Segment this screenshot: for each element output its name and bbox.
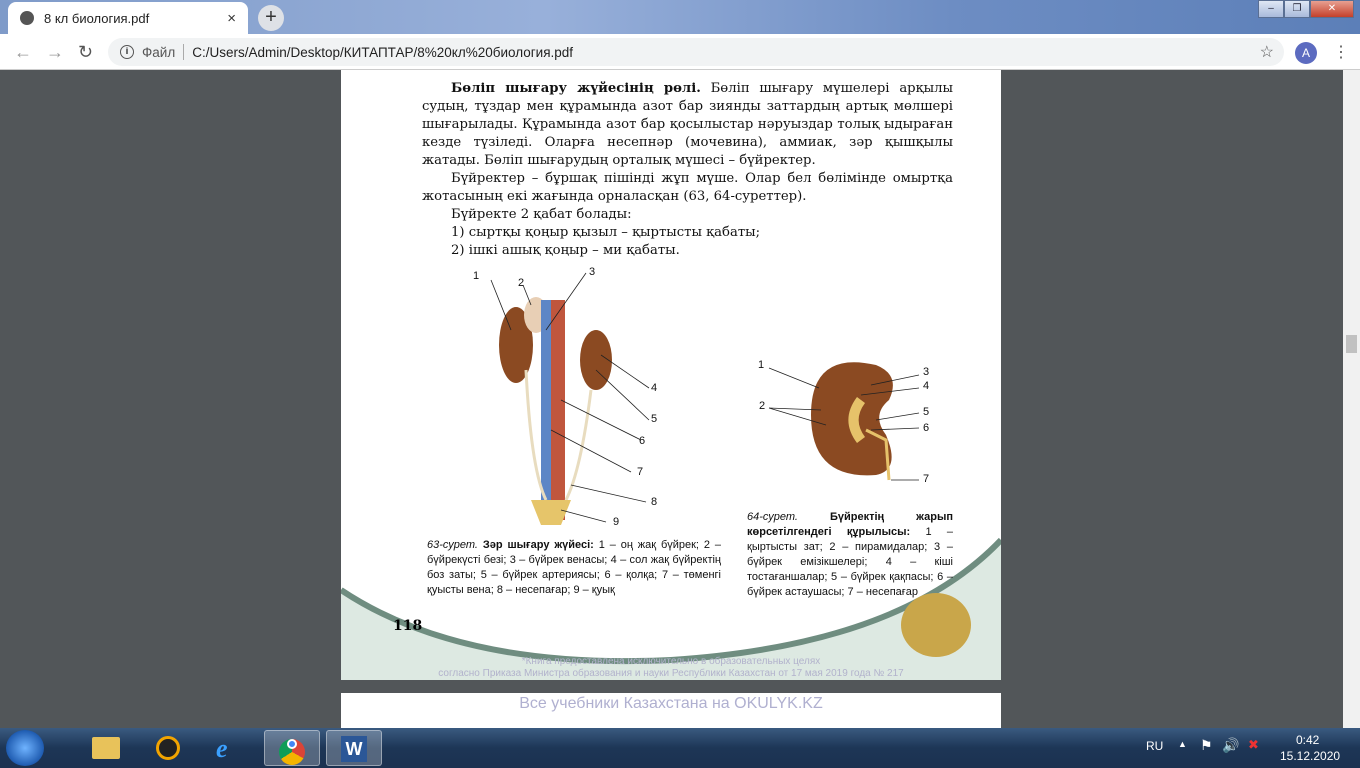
list-item: 1) сыртқы қоңыр қызыл – қыртысты қабаты; [451,225,761,240]
tab-pdf[interactable]: 8 кл биология.pdf × [8,2,248,34]
info-icon[interactable]: i [120,45,134,59]
bladder-decoration [901,593,971,657]
network-disconnected-icon[interactable]: ✖ [1248,737,1259,753]
watermark: *Книга предоставлена исключительно в обр… [521,656,821,667]
fig63-label: 9 [613,516,620,528]
page-number: 118 [393,618,423,634]
taskbar: e W RU ▲ ⚑ 🔊 ✖ 0:42 15.12.2020 [0,728,1360,768]
taskbar-app-chrome[interactable] [264,730,320,766]
fig63-label: 1 [473,270,480,282]
fig63-label: 2 [518,277,525,289]
address-bar[interactable]: i Файл C:/Users/Admin/Desktop/КИТАПТАР/8… [108,38,1284,66]
internet-explorer-icon: e [216,734,228,763]
fig63-label: 6 [639,435,646,447]
taskbar-app-file-explorer[interactable] [78,730,134,766]
minimize-button[interactable]: – [1258,0,1284,18]
word-icon: W [341,736,367,762]
taskbar-app-internet-explorer[interactable]: e [202,730,258,766]
divider [183,44,185,60]
chrome-icon [279,739,305,765]
fig64-label: 3 [923,366,930,378]
menu-icon[interactable]: ⋮ [1333,42,1349,62]
fig63-label: 7 [637,466,644,478]
fig64-label: 1 [758,359,765,371]
fig63-label: 5 [651,413,658,425]
caption-number: 63-сурет. [427,539,478,551]
clock-date[interactable]: 15.12.2020 [1280,749,1340,763]
caption-title: Зәр шығару жүйесі: [482,539,594,551]
fig63-label: 3 [589,266,596,278]
tab-bar: 8 кл биология.pdf × + – ❐ ✕ [0,0,1360,34]
folder-icon [92,737,120,759]
url-text[interactable]: C:/Users/Admin/Desktop/КИТАПТАР/8%20кл%2… [192,45,573,60]
address-toolbar: ← → ↻ i Файл C:/Users/Admin/Desktop/КИТА… [0,34,1360,70]
volume-icon[interactable]: 🔊 [1222,737,1239,754]
fig64-label: 4 [923,380,930,392]
figure-64-kidney-section [811,362,893,481]
pdf-page: Бөліп шығару жүйесінің рөлі. Бөліп шығар… [341,70,1001,680]
figure-64-caption: 64-сурет. Бүйректің жарып көрсетілгендег… [747,510,953,600]
tab-title: 8 кл биология.pdf [44,10,150,26]
list-item: 2) ішкі ашық қоңыр – ми қабаты. [451,243,680,258]
close-tab-button[interactable]: × [227,10,236,27]
avatar[interactable]: A [1295,42,1317,64]
paragraph: Бүйректер – бұршақ пішінді жұп мүше. Ола… [422,171,953,204]
maximize-button[interactable]: ❐ [1284,0,1310,18]
language-indicator[interactable]: RU [1146,739,1163,753]
taskbar-app-media-player[interactable] [140,730,196,766]
watermark: Все учебники Казахстана на OKULYK.KZ [519,695,823,712]
close-window-button[interactable]: ✕ [1310,0,1354,18]
fig64-label: 7 [923,473,930,485]
fig64-label: 6 [923,422,930,434]
reload-button[interactable]: ↻ [78,42,93,63]
start-button[interactable] [6,730,44,766]
show-hidden-icons-button[interactable]: ▲ [1178,739,1187,749]
fig63-label: 4 [651,382,658,394]
globe-icon [20,11,34,25]
new-tab-button[interactable]: + [258,5,284,31]
file-label: Файл [142,44,176,60]
figure-63-caption: 63-сурет. Зәр шығару жүйесі: 1 – оң жақ … [427,538,721,598]
star-icon[interactable]: ☆ [1260,42,1274,62]
taskbar-app-word[interactable]: W [326,730,382,766]
forward-button[interactable]: → [46,42,64,63]
media-player-icon [156,736,180,760]
fig63-label: 8 [651,496,658,508]
action-center-flag-icon[interactable]: ⚑ [1200,737,1213,754]
body-text: Бөліп шығару жүйесінің рөлі. Бөліп шығар… [422,80,953,260]
clock-time[interactable]: 0:42 [1296,733,1319,747]
scrollbar-thumb[interactable] [1346,335,1357,353]
pdf-next-page: Все учебники Казахстана на OKULYK.KZ [341,693,1001,733]
paragraph: Бөліп шығару жүйесінің рөлі. Бөліп шығар… [422,80,953,170]
scrollbar[interactable] [1343,70,1360,728]
paragraph: Бүйректе 2 қабат болады: [451,207,632,222]
caption-number: 64-сурет. [747,511,798,523]
window-controls: – ❐ ✕ [1258,0,1354,18]
section-heading: Бөліп шығару жүйесінің рөлі. [451,81,701,96]
fig64-label: 5 [923,406,930,418]
back-button[interactable]: ← [14,42,32,63]
watermark: согласно Приказа Министра образования и … [438,668,904,679]
fig64-label: 2 [759,400,766,412]
